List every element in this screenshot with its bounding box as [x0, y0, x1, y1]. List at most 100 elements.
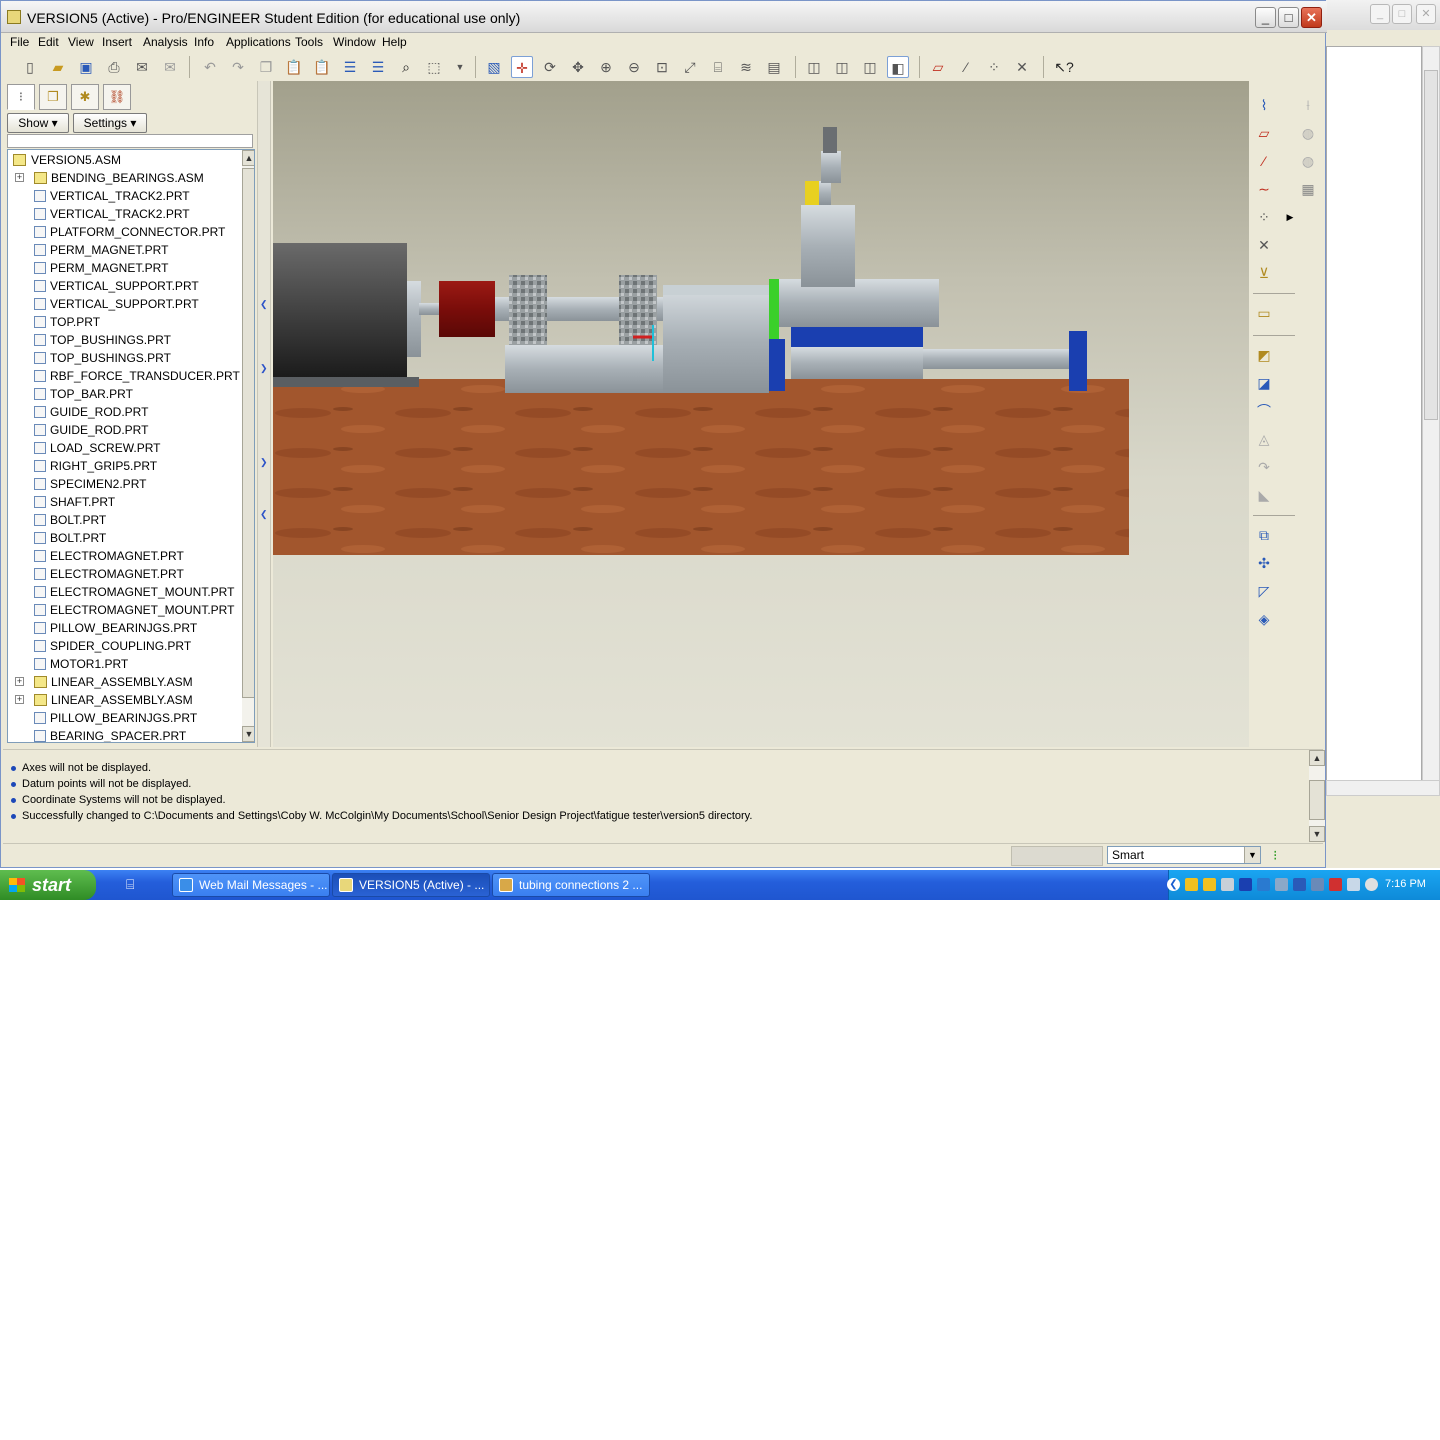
- datum-plane-tool-icon[interactable]: ▱: [1251, 121, 1277, 145]
- select-dropdown-icon[interactable]: ▼: [449, 56, 471, 78]
- tree-item[interactable]: ELECTROMAGNET_MOUNT.PRT: [8, 601, 238, 619]
- reorient-icon[interactable]: ⤢: [679, 56, 701, 78]
- specimen-green-ring[interactable]: [769, 279, 779, 339]
- tree-filter-field[interactable]: [7, 134, 253, 148]
- undo-icon[interactable]: ↶: [199, 56, 221, 78]
- tree-item[interactable]: GUIDE_ROD.PRT: [8, 403, 238, 421]
- connections-tab[interactable]: ⛓: [103, 84, 131, 110]
- bg-horizontal-scrollbar[interactable]: [1326, 780, 1440, 796]
- menu-tools[interactable]: Tools: [295, 35, 323, 49]
- tray-app-icon[interactable]: [1221, 878, 1234, 891]
- menu-file[interactable]: File: [10, 35, 29, 49]
- electromagnet[interactable]: [769, 339, 785, 391]
- model-tree-tab[interactable]: ⁝: [7, 84, 35, 110]
- tree-item[interactable]: RIGHT_GRIP5.PRT: [8, 457, 238, 475]
- context-help-icon[interactable]: ↖?: [1053, 56, 1075, 78]
- email-icon[interactable]: ✉: [131, 56, 153, 78]
- bg-maximize-button[interactable]: □: [1392, 4, 1412, 24]
- volume-icon[interactable]: [1347, 878, 1360, 891]
- expand-icon[interactable]: +: [15, 677, 24, 686]
- maximize-button[interactable]: □: [1278, 7, 1299, 28]
- tree-item[interactable]: + LINEAR_ASSEMBLY.ASM: [8, 691, 238, 709]
- chamfer-tool-icon[interactable]: ◣: [1251, 483, 1277, 507]
- task-proengineer[interactable]: VERSION5 (Active) - ...: [332, 873, 490, 897]
- tray-app-icon[interactable]: [1275, 878, 1288, 891]
- settings-button[interactable]: Settings ▾: [73, 113, 147, 133]
- rib-tool-icon[interactable]: ⌒: [1251, 399, 1277, 423]
- platform-connector[interactable]: [791, 347, 923, 379]
- saved-views-icon[interactable]: ⌸: [707, 56, 729, 78]
- scroll-down-arrow[interactable]: ▼: [1309, 826, 1325, 842]
- pan-icon[interactable]: ✥: [567, 56, 589, 78]
- load-screw-top[interactable]: [823, 127, 837, 153]
- tray-app-icon[interactable]: [1257, 878, 1270, 891]
- expand-icon[interactable]: +: [15, 173, 24, 182]
- collapse-left-icon[interactable]: ❮: [260, 299, 268, 310]
- paste-special-icon[interactable]: 📋: [311, 56, 333, 78]
- zoom-in-icon[interactable]: ⊕: [595, 56, 617, 78]
- tree-item[interactable]: BOLT.PRT: [8, 511, 238, 529]
- tree-scrollbar[interactable]: ▲ ▼: [242, 150, 254, 742]
- tree-scroll-thumb[interactable]: [242, 168, 254, 698]
- menu-window[interactable]: Window: [333, 35, 376, 49]
- minimize-button[interactable]: _: [1255, 7, 1276, 28]
- folder-browser-tab[interactable]: ❐: [39, 84, 67, 110]
- tree-item[interactable]: BOLT.PRT: [8, 529, 238, 547]
- scroll-up-arrow[interactable]: ▲: [1309, 750, 1325, 766]
- motor-shaft[interactable]: [419, 303, 439, 315]
- tree-item[interactable]: SHAFT.PRT: [8, 493, 238, 511]
- coord-sys-tool-icon[interactable]: ✕: [1251, 233, 1277, 257]
- regen-manager-icon[interactable]: ☰: [367, 56, 389, 78]
- tree-item[interactable]: PLATFORM_CONNECTOR.PRT: [8, 223, 238, 241]
- tree-item[interactable]: ELECTROMAGNET.PRT: [8, 547, 238, 565]
- tree-item[interactable]: MOTOR1.PRT: [8, 655, 238, 673]
- new-icon[interactable]: ▯: [19, 56, 41, 78]
- tray-app-icon[interactable]: [1365, 878, 1378, 891]
- bearing-platform[interactable]: [505, 345, 665, 393]
- right-grip[interactable]: [1069, 331, 1087, 391]
- spin-center-icon[interactable]: ✛: [511, 56, 533, 78]
- datum-axes-icon[interactable]: ⁄: [955, 56, 977, 78]
- wireframe-icon[interactable]: ◫: [803, 56, 825, 78]
- find-icon[interactable]: ⌕: [395, 56, 417, 78]
- analysis-tool-icon[interactable]: ⊻: [1251, 261, 1277, 285]
- guide-rod[interactable]: [923, 349, 1071, 369]
- pillow-bearing[interactable]: [509, 275, 547, 349]
- force-transducer[interactable]: [821, 151, 841, 183]
- shading-icon[interactable]: ◧: [887, 56, 909, 78]
- datum-curve-tool-icon[interactable]: ∼: [1251, 177, 1277, 201]
- tree-item[interactable]: PILLOW_BEARINJGS.PRT: [8, 709, 238, 727]
- selection-filter-dropdown[interactable]: Smart ▼: [1107, 846, 1261, 864]
- tree-item[interactable]: VERTICAL_TRACK2.PRT: [8, 187, 238, 205]
- tree-item[interactable]: TOP_BUSHINGS.PRT: [8, 349, 238, 367]
- network-icon[interactable]: [1311, 878, 1324, 891]
- redo-icon[interactable]: ↷: [227, 56, 249, 78]
- offset-tool-icon[interactable]: ◈: [1251, 607, 1277, 631]
- tree-item[interactable]: + LINEAR_ASSEMBLY.ASM: [8, 673, 238, 691]
- round-tool-icon[interactable]: ↷: [1251, 455, 1277, 479]
- scroll-down-arrow[interactable]: ▼: [242, 726, 254, 742]
- message-scrollbar[interactable]: ▲ ▼: [1309, 750, 1325, 842]
- model-render[interactable]: [273, 81, 1249, 747]
- tree-item[interactable]: GUIDE_ROD.PRT: [8, 421, 238, 439]
- open-icon[interactable]: ▰: [47, 56, 69, 78]
- sketch-tool-icon[interactable]: ⌇: [1251, 93, 1277, 117]
- security-icon[interactable]: [1329, 878, 1342, 891]
- network-icon[interactable]: [1293, 878, 1306, 891]
- menu-info[interactable]: Info: [194, 35, 214, 49]
- message-scroll-thumb[interactable]: [1309, 780, 1325, 820]
- menu-analysis[interactable]: Analysis: [143, 35, 188, 49]
- tree-item[interactable]: SPIDER_COUPLING.PRT: [8, 637, 238, 655]
- annotation-icon[interactable]: ▭: [1251, 301, 1277, 325]
- motor[interactable]: [273, 243, 407, 379]
- merge-tool-icon[interactable]: ◍: [1295, 121, 1321, 145]
- favorites-tab[interactable]: ✱: [71, 84, 99, 110]
- tray-app-icon[interactable]: [1185, 878, 1198, 891]
- tree-item[interactable]: PERM_MAGNET.PRT: [8, 259, 238, 277]
- flyout-arrow-icon[interactable]: ▶: [1277, 205, 1303, 229]
- refit-icon[interactable]: ⊡: [651, 56, 673, 78]
- task-tubing-connections[interactable]: tubing connections 2 ...: [492, 873, 650, 897]
- show-button[interactable]: Show ▾: [7, 113, 69, 133]
- tree-item[interactable]: PERM_MAGNET.PRT: [8, 241, 238, 259]
- tree-item[interactable]: VERTICAL_TRACK2.PRT: [8, 205, 238, 223]
